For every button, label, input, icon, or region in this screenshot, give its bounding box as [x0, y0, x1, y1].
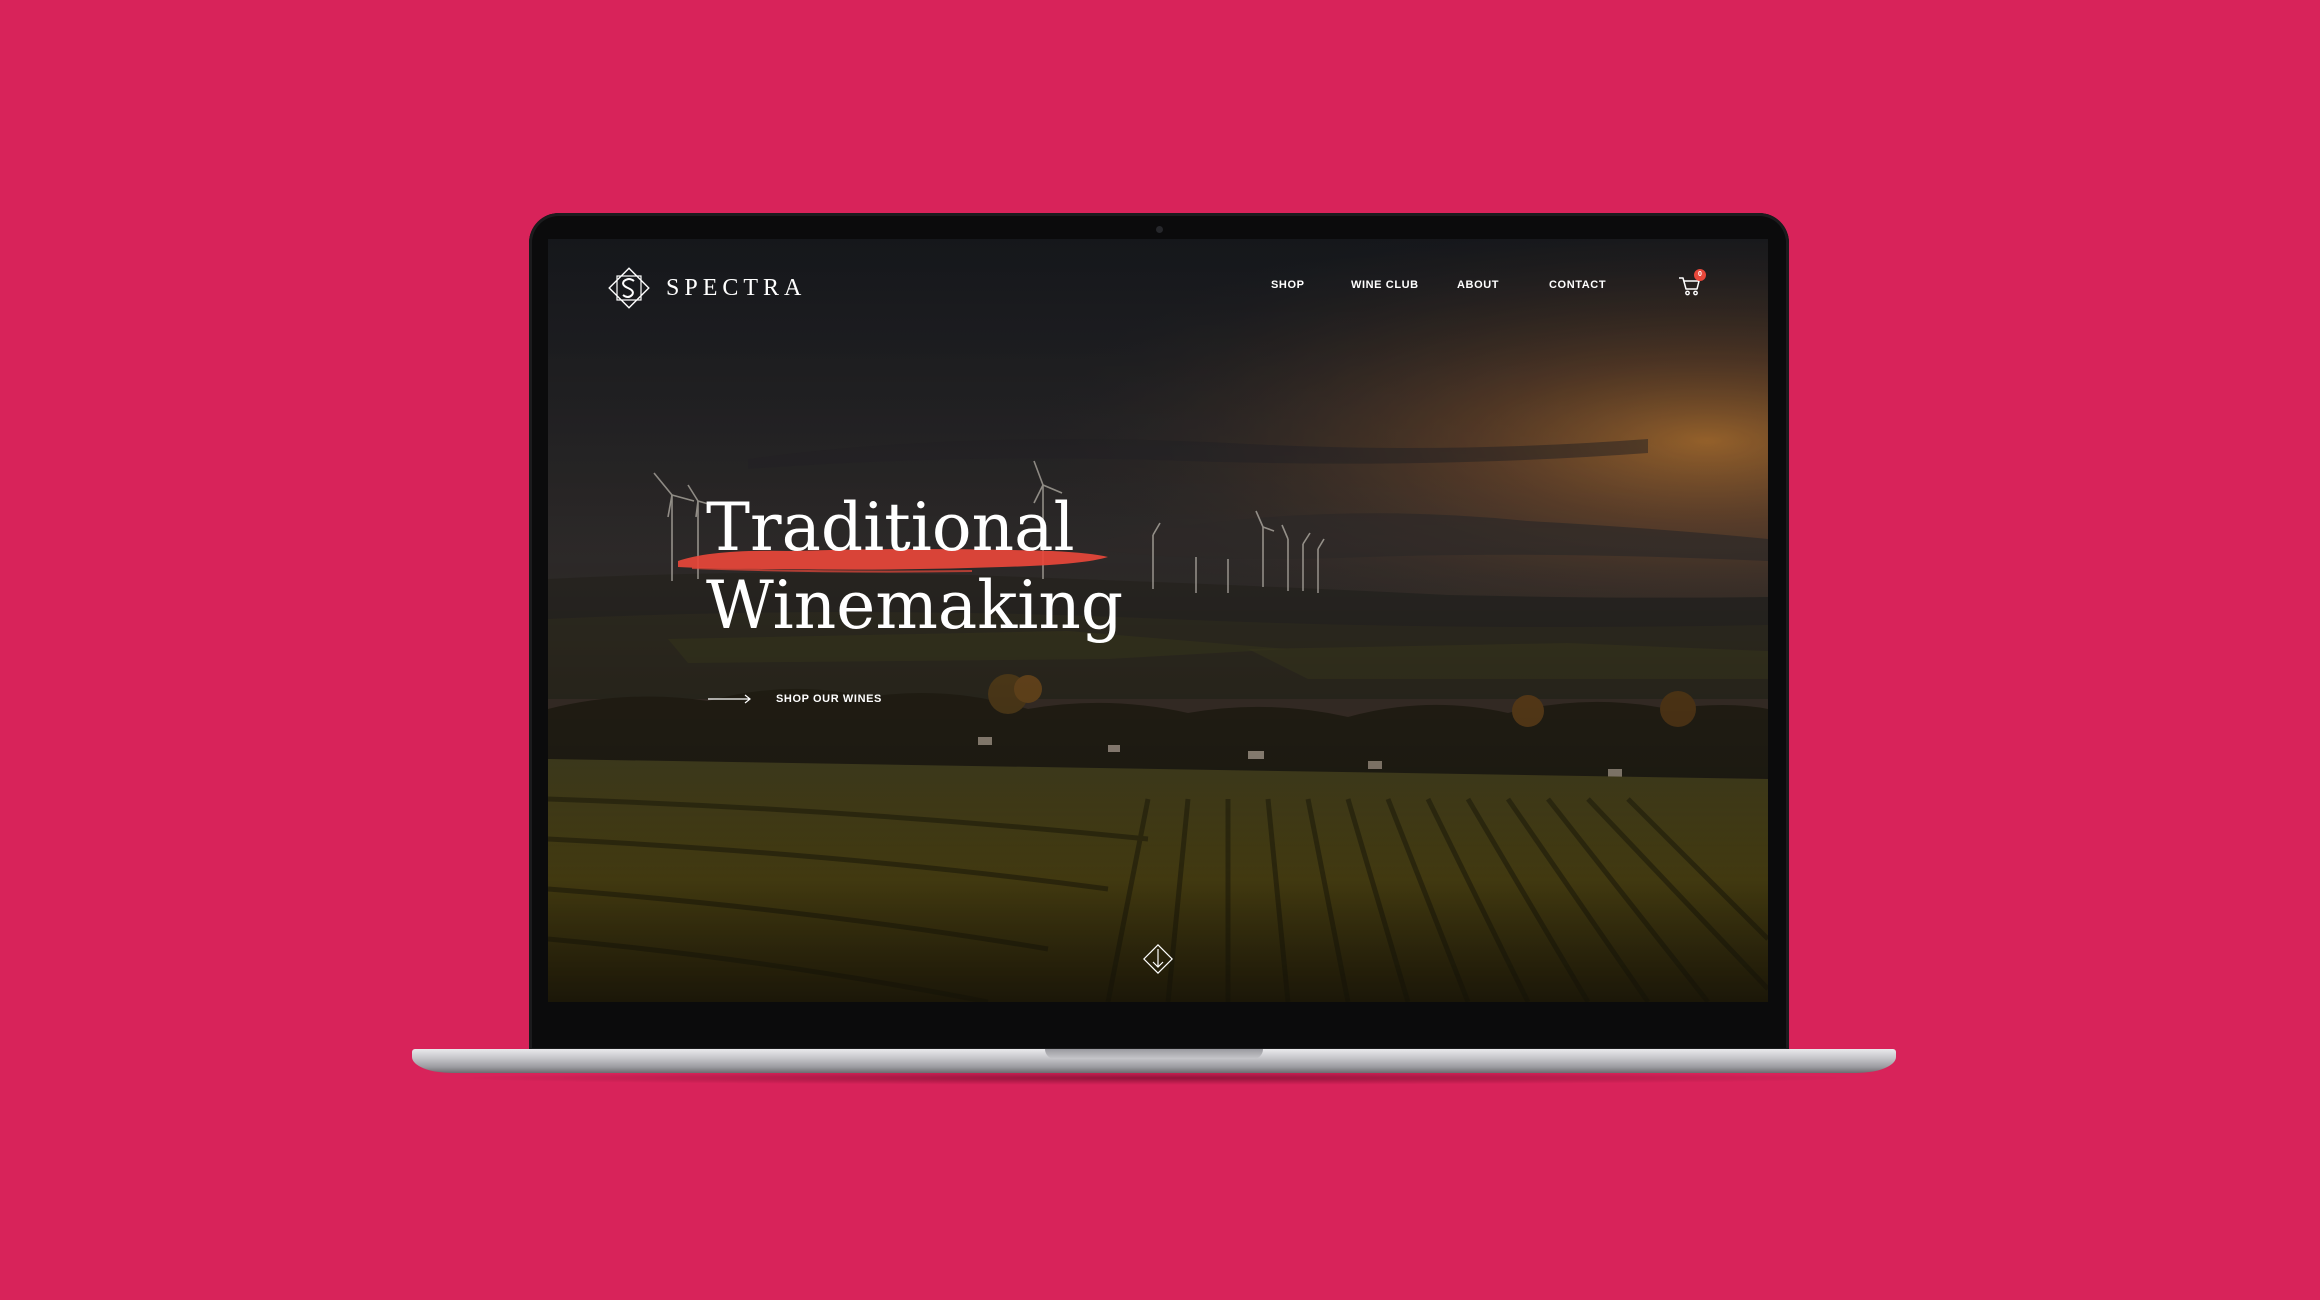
site-header: SPECTRA SHOP WINE CLUB ABOUT CONTACT 0	[548, 239, 1768, 339]
laptop-screen: SPECTRA SHOP WINE CLUB ABOUT CONTACT 0 T…	[548, 239, 1768, 1002]
mockup-backdrop: SPECTRA SHOP WINE CLUB ABOUT CONTACT 0 T…	[0, 0, 2320, 1300]
laptop-lid-notch	[1045, 1049, 1263, 1059]
nav-item-contact[interactable]: CONTACT	[1549, 279, 1606, 291]
cart-button[interactable]: 0	[1678, 269, 1706, 301]
long-arrow-right-icon	[708, 694, 751, 704]
cart-count-badge: 0	[1694, 269, 1706, 281]
cta-label: SHOP OUR WINES	[776, 693, 882, 705]
hero-title: Traditional Winemaking	[706, 489, 1123, 645]
main-nav: SHOP WINE CLUB ABOUT CONTACT	[548, 279, 1768, 299]
laptop-shadow	[440, 1071, 1870, 1085]
diamond-arrow-down-icon[interactable]	[1140, 939, 1176, 979]
hero-title-line-2: Winemaking	[706, 567, 1124, 644]
laptop-lid: SPECTRA SHOP WINE CLUB ABOUT CONTACT 0 T…	[529, 213, 1789, 1051]
shop-our-wines-link[interactable]: SHOP OUR WINES	[708, 693, 882, 705]
nav-item-about[interactable]: ABOUT	[1457, 279, 1499, 291]
hero-title-line-1: Traditional	[706, 489, 1075, 566]
laptop-base	[412, 1049, 1896, 1073]
camera-icon	[1156, 226, 1163, 233]
nav-item-shop[interactable]: SHOP	[1271, 279, 1305, 291]
nav-item-wine-club[interactable]: WINE CLUB	[1351, 279, 1419, 291]
